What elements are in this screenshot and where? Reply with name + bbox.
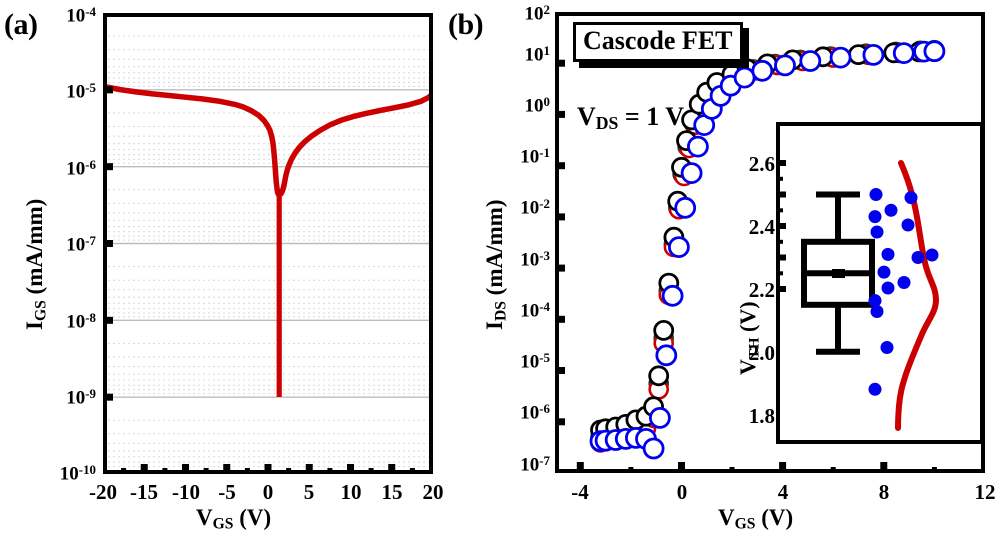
panel-b-ytick-1e1: 101 <box>524 43 550 66</box>
panel-b-vds-annotation: VDS = 1 V <box>577 102 684 133</box>
panel-b-ytick-1e-6: 10-6 <box>520 401 550 424</box>
panel-b-ytick-1e2: 102 <box>524 2 550 25</box>
panel-b-xlabel: VGS (V) <box>718 505 794 533</box>
panel-b-ytick-1e-1: 10-1 <box>520 145 550 168</box>
figure-root: (a) 10-4 10-5 10-6 10-7 10-8 10-9 10-10 … <box>0 0 1000 538</box>
panel-a-ytick-1e-6: 10-6 <box>66 157 96 180</box>
inset-ytick-1-8: 1.8 <box>748 404 775 428</box>
panel-a-xlabel: VGS (V) <box>196 505 272 533</box>
panel-b-tag: (b) <box>448 8 484 41</box>
panel-b-ytick-1e-5: 10-5 <box>520 350 550 373</box>
panel-a-plot <box>103 13 433 474</box>
panel-b-xtick-12: 12 <box>974 480 996 504</box>
inset-ytick-2-0: 2.0 <box>748 341 775 365</box>
panel-a-ytick-1e-4: 10-4 <box>66 4 96 27</box>
panel-b-xtick--4: -4 <box>571 480 589 504</box>
panel-a-ylabel: IGS (mA/mm) <box>22 198 50 330</box>
inset-ytick-2-4: 2.4 <box>748 215 775 239</box>
panel-a-ytick-1e-5: 10-5 <box>66 80 96 103</box>
inset-ytick-2-2: 2.2 <box>748 278 775 302</box>
panel-b-annotation-box: Cascode FET <box>573 22 743 62</box>
panel-b-ylabel: IDS (mA/mm) <box>482 199 510 330</box>
panel-a-xtick-20: 20 <box>422 480 444 504</box>
panel-a-ytick-1e-9: 10-9 <box>66 386 96 409</box>
panel-b-xtick-0: 0 <box>676 480 688 504</box>
panel-b-xtick-4: 4 <box>777 480 789 504</box>
inset-plot <box>776 122 984 444</box>
inset-ytick-2-6: 2.6 <box>748 152 775 176</box>
panel-b-ytick-1e0: 100 <box>524 94 550 117</box>
panel-b-xtick-8: 8 <box>878 480 890 504</box>
inset-mean-marker <box>832 269 845 278</box>
panel-b-ytick-1e-7: 10-7 <box>520 453 550 476</box>
